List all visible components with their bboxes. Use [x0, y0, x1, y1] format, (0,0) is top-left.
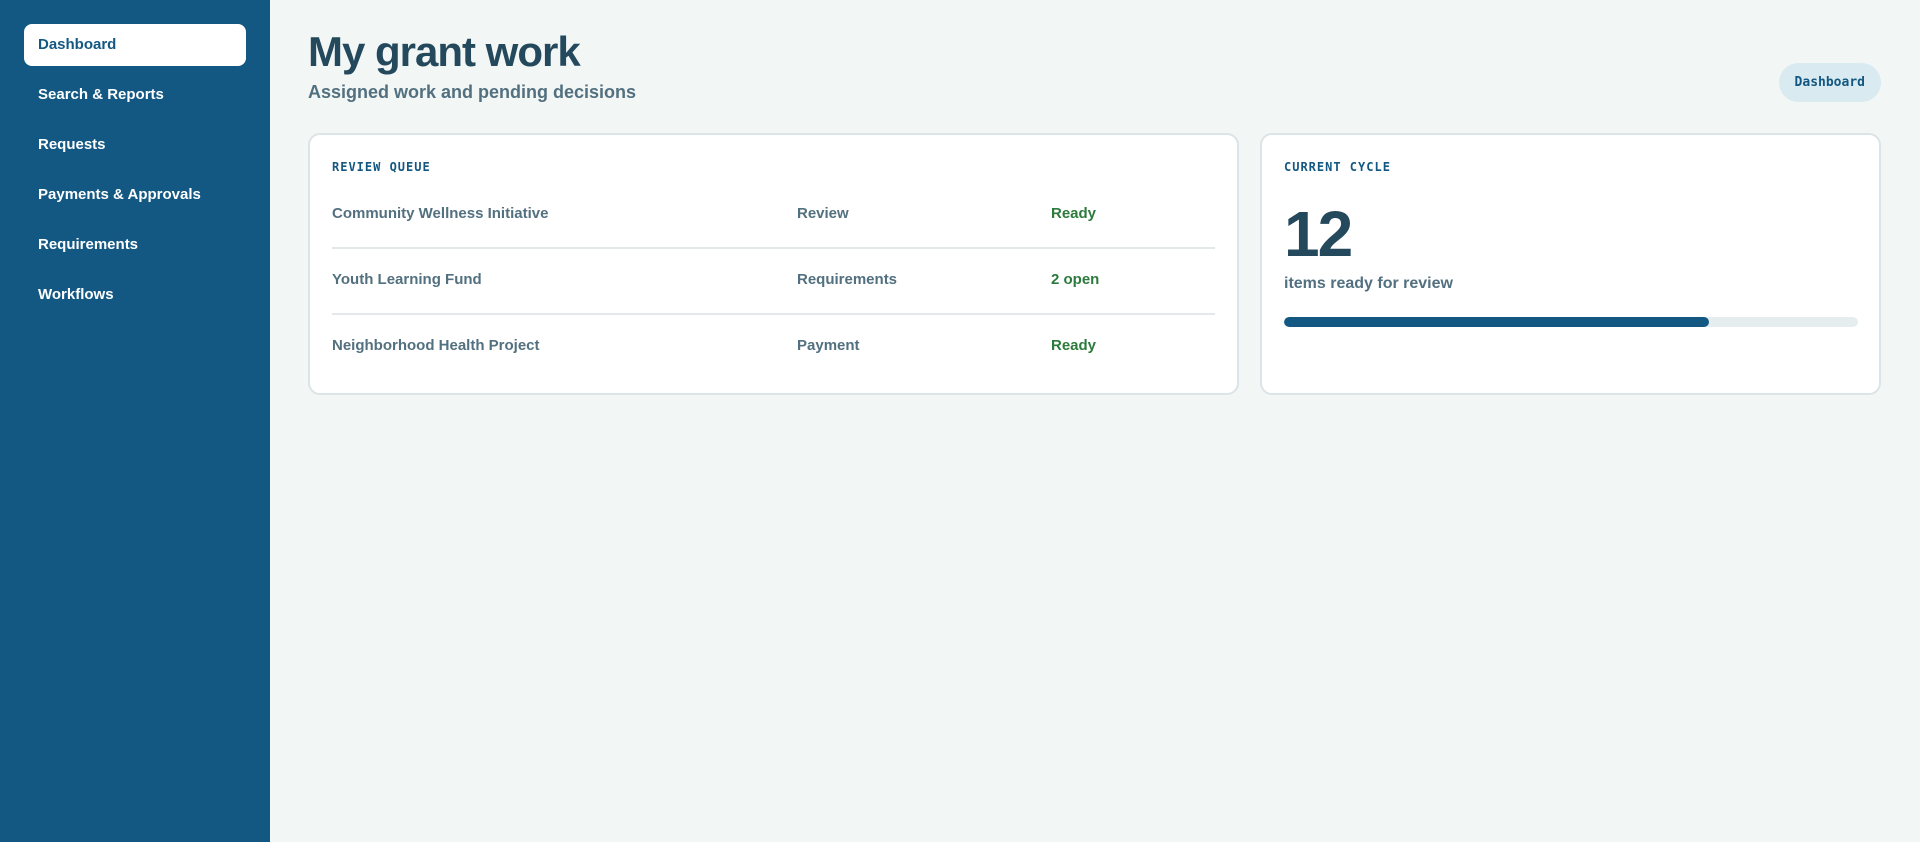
table-row[interactable]: Neighborhood Health Project Payment Read…: [332, 315, 1215, 381]
page-title: My grant work: [308, 28, 581, 75]
grant-stage: Payment: [797, 337, 860, 354]
cycle-progress-bar: [1284, 317, 1858, 327]
table-row[interactable]: Community Wellness Initiative Review Rea…: [332, 183, 1215, 249]
sidebar-item-requests[interactable]: Requests: [24, 124, 246, 166]
sidebar-item-dashboard[interactable]: Dashboard: [24, 24, 246, 66]
current-cycle-card: CURRENT CYCLE 12 items ready for review: [1260, 133, 1881, 395]
grant-name: Community Wellness Initiative: [332, 205, 549, 222]
sidebar-item-requirements[interactable]: Requirements: [24, 224, 246, 266]
sidebar-item-payments-approvals[interactable]: Payments & Approvals: [24, 174, 246, 216]
review-queue-card: REVIEW QUEUE Community Wellness Initiati…: [308, 133, 1239, 395]
main-content: My grant work Assigned work and pending …: [270, 0, 1920, 842]
sidebar: Dashboard Search & Reports Requests Paym…: [0, 0, 270, 842]
ready-count: 12: [1284, 198, 1353, 270]
page-subtitle: Assigned work and pending decisions: [308, 82, 637, 102]
grant-stage: Review: [797, 205, 849, 222]
status-badge: Ready: [1051, 205, 1097, 222]
review-queue-list: Community Wellness Initiative Review Rea…: [332, 183, 1215, 381]
current-cycle-label: CURRENT CYCLE: [1284, 160, 1391, 174]
grant-stage: Requirements: [797, 271, 898, 288]
sidebar-item-search-reports[interactable]: Search & Reports: [24, 74, 246, 116]
breadcrumb[interactable]: Dashboard: [1778, 63, 1881, 102]
grant-name: Youth Learning Fund: [332, 271, 482, 288]
table-row[interactable]: Youth Learning Fund Requirements 2 open: [332, 249, 1215, 315]
sidebar-item-workflows[interactable]: Workflows: [24, 274, 246, 316]
status-badge: 2 open: [1051, 271, 1100, 288]
review-queue-label: REVIEW QUEUE: [332, 160, 431, 174]
grant-name: Neighborhood Health Project: [332, 337, 540, 354]
cycle-progress-fill: [1284, 317, 1709, 327]
ready-count-description: items ready for review: [1284, 275, 1453, 292]
status-badge: Ready: [1051, 337, 1097, 354]
